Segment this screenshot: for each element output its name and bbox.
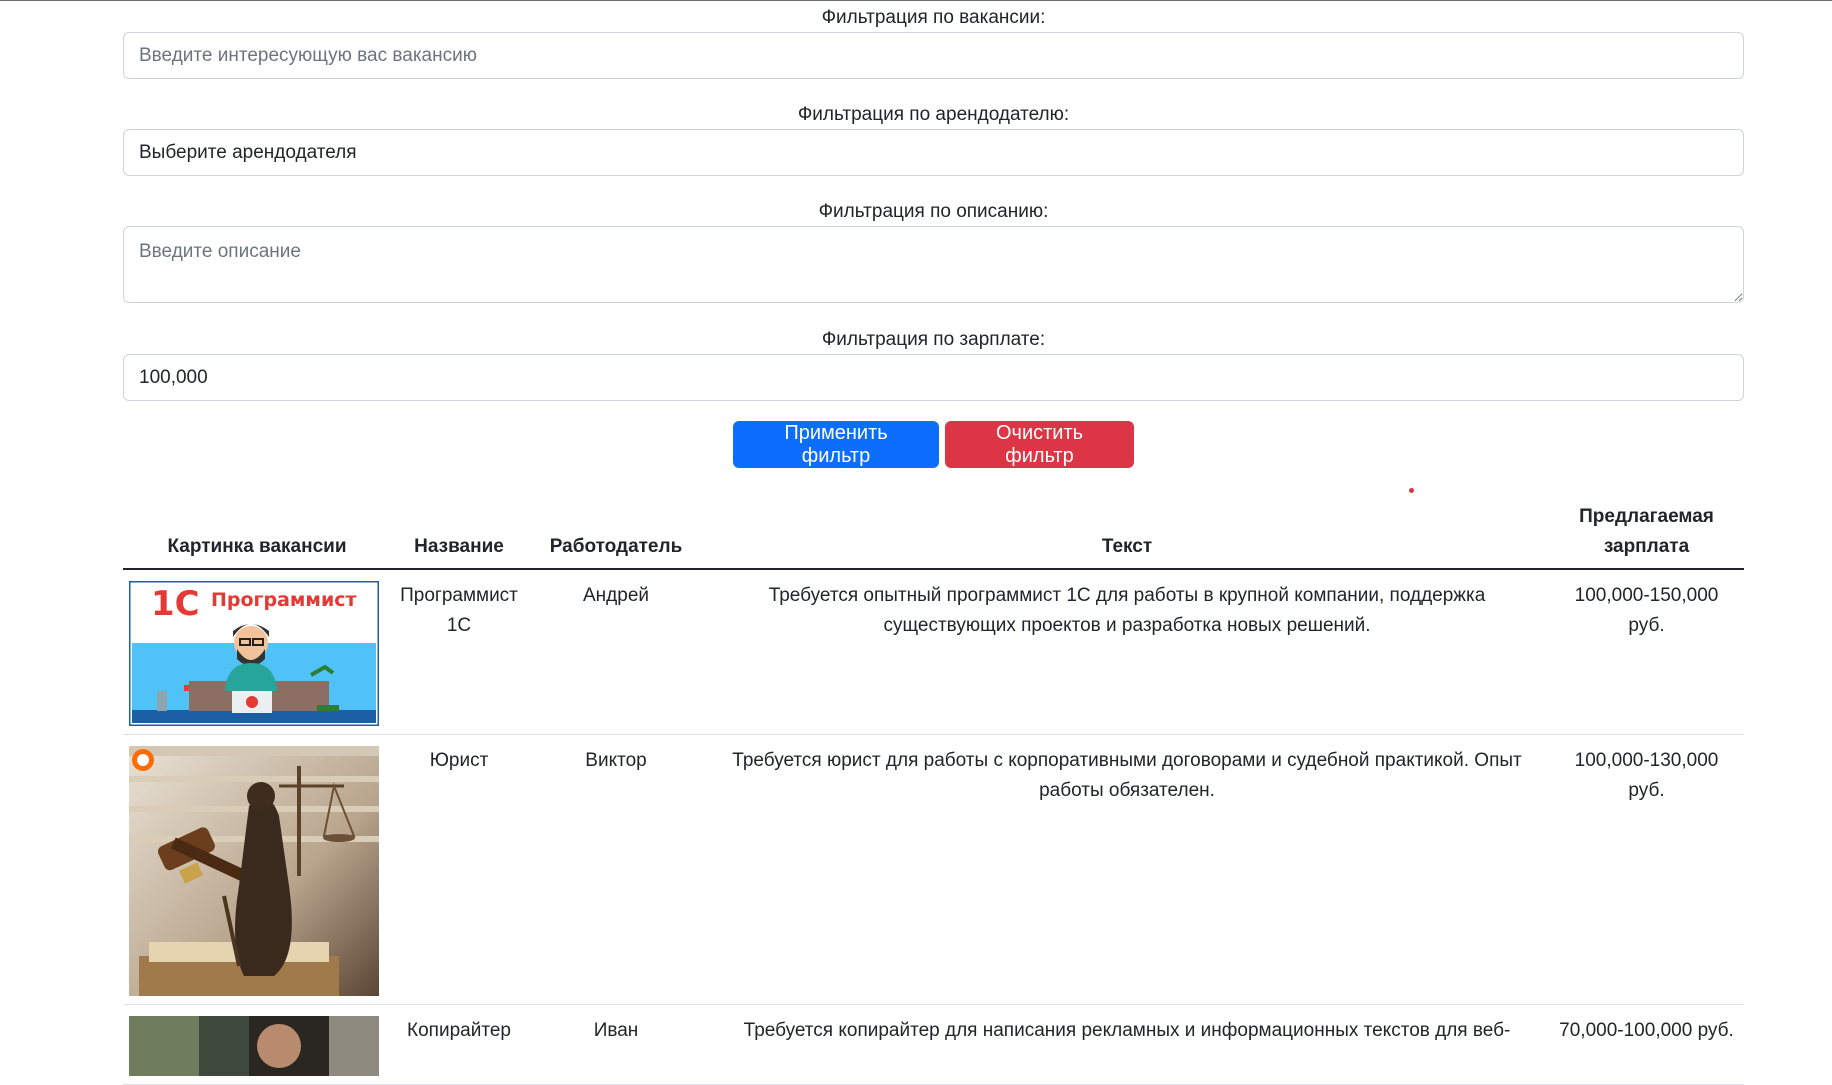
table-row: Копирайтер Иван Требуется копирайтер для… — [123, 1004, 1744, 1085]
header-text: Текст — [705, 496, 1549, 570]
salary-filter-input[interactable] — [123, 354, 1744, 401]
table-header-row: Картинка вакансии Название Работодатель … — [123, 496, 1744, 570]
vacancy-salary: 100,000-150,000 руб. — [1549, 569, 1744, 735]
programmer-logo-text: Программист — [211, 589, 357, 611]
vacancy-text: Требуется юрист для работы с корпоративн… — [705, 734, 1549, 1005]
employer-filter-group: Фильтрация по арендодателю: Выберите аре… — [123, 103, 1744, 176]
vacancy-text: Требуется копирайтер для написания рекла… — [705, 1004, 1549, 1085]
vacancy-title: Копирайтер — [391, 1004, 527, 1085]
top-border — [0, 0, 1832, 1]
vacancy-image-cell: 1С Программист — [123, 569, 391, 735]
vacancy-image-cell — [123, 1004, 391, 1085]
vacancy-title: Юрист — [391, 734, 527, 1005]
vacancies-table: Картинка вакансии Название Работодатель … — [123, 496, 1744, 1085]
description-filter-label: Фильтрация по описанию: — [818, 201, 1049, 222]
copywriter-image — [129, 1016, 379, 1076]
table-row: 1С Программист Программист 1С Андрей Тре… — [123, 569, 1744, 735]
filter-buttons: Применить фильтр Очистить фильтр — [123, 421, 1744, 468]
header-salary: Предлагаемая зарплата — [1549, 496, 1744, 570]
vacancy-filter-label: Фильтрация по вакансии: — [821, 7, 1046, 28]
vacancy-filter-group: Фильтрация по вакансии: — [123, 6, 1744, 79]
vacancy-salary: 70,000-100,000 руб. — [1549, 1004, 1744, 1085]
description-filter-group: Фильтрация по описанию: — [123, 200, 1744, 303]
salary-filter-label: Фильтрация по зарплате: — [821, 329, 1046, 350]
red-dot-marker — [1409, 488, 1414, 493]
vacancy-salary: 100,000-130,000 руб. — [1549, 734, 1744, 1005]
header-title: Название — [391, 496, 527, 570]
vacancy-employer: Андрей — [527, 569, 705, 735]
1c-logo-text: 1С — [151, 584, 200, 624]
vacancy-employer: Виктор — [527, 734, 705, 1005]
employer-filter-selected-value: Выберите арендодателя — [139, 141, 357, 163]
vacancy-image-cell — [123, 734, 391, 1005]
1c-programmer-image: 1С Программист — [129, 581, 379, 726]
header-image: Картинка вакансии — [123, 496, 391, 570]
employer-filter-label: Фильтрация по арендодателю: — [797, 104, 1070, 125]
salary-filter-group: Фильтрация по зарплате: — [123, 328, 1744, 401]
header-employer: Работодатель — [527, 496, 705, 570]
vacancy-filter-input[interactable] — [123, 32, 1744, 79]
vacancy-text: Требуется опытный программист 1С для раб… — [705, 569, 1549, 735]
description-filter-textarea[interactable] — [123, 226, 1744, 303]
vacancy-title: Программист 1С — [391, 569, 527, 735]
table-row: Юрист Виктор Требуется юрист для работы … — [123, 734, 1744, 1005]
apply-filter-button[interactable]: Применить фильтр — [733, 421, 939, 468]
clear-filter-button[interactable]: Очистить фильтр — [945, 421, 1134, 468]
employer-filter-select[interactable]: Выберите арендодателя — [123, 129, 1744, 176]
lawyer-themis-image — [129, 746, 379, 996]
vacancy-employer: Иван — [527, 1004, 705, 1085]
